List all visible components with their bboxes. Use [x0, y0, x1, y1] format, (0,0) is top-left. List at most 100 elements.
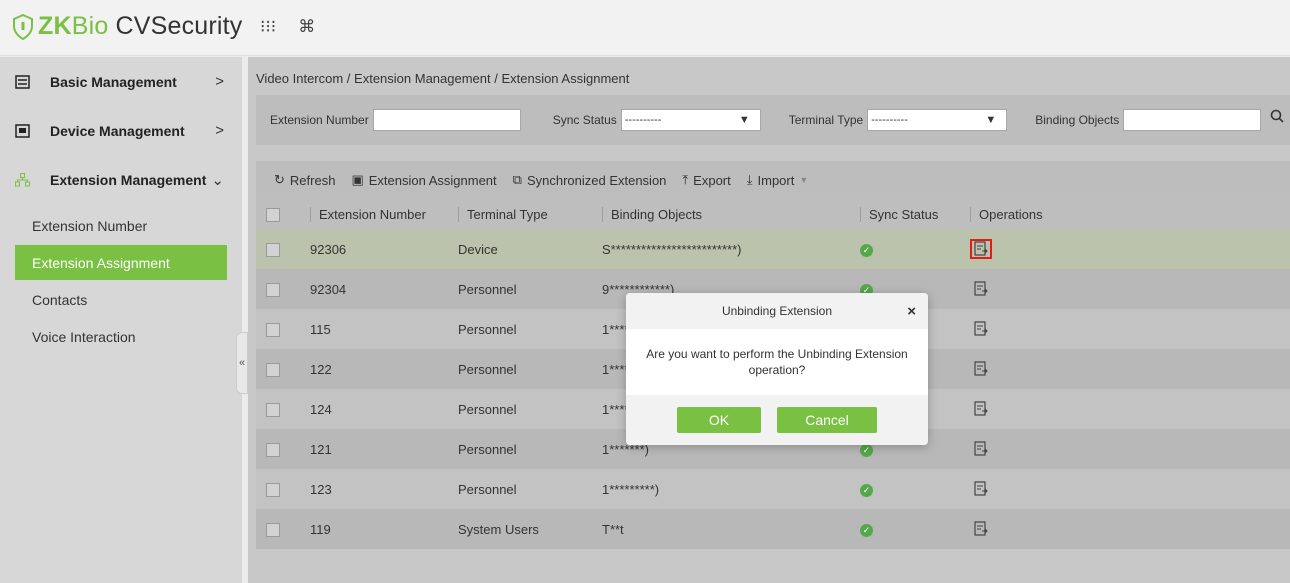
top-bar: ZK Bio CVSecurity ⁝⁝⁝ ⌘ — [0, 0, 1290, 56]
table-header-row: Extension Number Terminal Type Binding O… — [256, 199, 1290, 229]
unbind-extension-icon[interactable] — [970, 238, 992, 259]
sidebar-collapse-toggle[interactable]: « — [236, 332, 248, 394]
grid-menu-icon[interactable]: ⁝⁝⁝ — [260, 17, 276, 37]
dropdown-arrow-icon: ▼ — [738, 114, 750, 126]
cell-terminal-type: Personnel — [448, 309, 592, 349]
import-icon: ⤓ — [746, 172, 753, 187]
select-all-checkbox[interactable] — [266, 207, 280, 222]
sidebar-item-device-management[interactable]: Device Management > — [0, 106, 242, 155]
cell-extension-number: 121 — [300, 429, 448, 469]
row-checkbox[interactable] — [266, 322, 280, 337]
unbind-extension-icon[interactable] — [970, 359, 992, 379]
header-operations: Operations — [970, 206, 1043, 222]
row-checkbox[interactable] — [266, 482, 280, 497]
sync-ok-icon: ✓ — [860, 484, 873, 497]
import-button[interactable]: ⤓ Import ▼ — [747, 172, 809, 188]
row-checkbox[interactable] — [266, 442, 280, 457]
sync-icon: ⧉ — [512, 172, 522, 187]
sidebar-subitem-extension-assignment[interactable]: Extension Assignment — [15, 245, 227, 280]
row-checkbox[interactable] — [266, 522, 280, 537]
cell-binding-objects: T**t — [592, 509, 850, 549]
unbind-extension-icon[interactable] — [970, 439, 992, 459]
dropdown-arrow-icon: ▼ — [985, 114, 997, 126]
sync-status-value: ---------- — [624, 114, 662, 126]
unbind-extension-icon[interactable] — [970, 399, 992, 419]
sidebar-item-extension-management[interactable]: Extension Management ⌄ — [0, 155, 242, 204]
header-binding-objects[interactable]: Binding Objects — [602, 206, 703, 222]
sidebar-item-basic-management[interactable]: Basic Management > — [0, 57, 242, 106]
dialog-header: Unbinding Extension × — [626, 293, 928, 329]
breadcrumb: Video Intercom / Extension Management / … — [256, 71, 630, 86]
refresh-label: Refresh — [289, 172, 336, 188]
cell-extension-number: 123 — [300, 469, 448, 509]
dialog-footer: OK Cancel — [626, 395, 928, 445]
table-row[interactable]: 119 System Users T**t ✓ — [256, 509, 1290, 549]
sidebar-subitem-voice-interaction[interactable]: Voice Interaction — [15, 319, 227, 354]
extension-management-icon — [14, 172, 30, 188]
row-checkbox[interactable] — [266, 402, 280, 417]
sidebar-item-label: Extension Management — [50, 171, 207, 188]
filter-bar: Extension Number Sync Status ---------- … — [256, 95, 1290, 145]
unbinding-extension-dialog: Unbinding Extension × Are you want to pe… — [626, 293, 928, 445]
header-sync-status[interactable]: Sync Status — [860, 206, 939, 222]
sidebar-subitem-extension-number[interactable]: Extension Number — [15, 208, 227, 243]
assignment-icon: ▣ — [351, 172, 364, 187]
dialog-message: Are you want to perform the Unbinding Ex… — [646, 347, 908, 377]
row-checkbox[interactable] — [266, 362, 280, 377]
chevron-down-icon: ⌄ — [211, 171, 224, 189]
cell-terminal-type: Personnel — [448, 269, 592, 309]
header-terminal-type[interactable]: Terminal Type — [458, 206, 548, 222]
cell-binding-objects: 1*********) — [592, 469, 850, 509]
sidebar-item-label: Device Management — [50, 122, 185, 139]
logo-zk: ZK — [38, 12, 72, 40]
synchronized-extension-button[interactable]: ⧉ Synchronized Extension — [513, 172, 667, 188]
chevron-right-icon: > — [215, 73, 224, 90]
basic-management-icon — [14, 74, 30, 90]
import-label: Import — [757, 172, 795, 188]
cell-terminal-type: Personnel — [448, 349, 592, 389]
cell-extension-number: 124 — [300, 389, 448, 429]
unbind-extension-icon[interactable] — [970, 519, 992, 539]
export-button[interactable]: ⤒ Export — [682, 172, 730, 188]
cell-extension-number: 92306 — [300, 229, 448, 269]
unbind-extension-icon[interactable] — [970, 319, 992, 339]
terminal-type-filter-label: Terminal Type — [788, 113, 864, 127]
sync-ok-icon: ✓ — [860, 524, 873, 537]
row-checkbox[interactable] — [266, 282, 280, 297]
chevron-right-icon: > — [215, 122, 224, 139]
close-icon[interactable]: × — [907, 303, 916, 320]
export-label: Export — [693, 172, 731, 188]
extension-number-input[interactable] — [372, 109, 521, 131]
cell-terminal-type: System Users — [448, 509, 592, 549]
cell-extension-number: 122 — [300, 349, 448, 389]
table-row[interactable]: 123 Personnel 1*********) ✓ — [256, 469, 1290, 509]
refresh-icon: ↻ — [274, 172, 285, 187]
sync-ok-icon: ✓ — [860, 444, 873, 457]
terminal-type-select[interactable]: ---------- ▼ — [867, 109, 1008, 131]
toolbar: ↻ Refresh ▣ Extension Assignment ⧉ Synch… — [256, 161, 1290, 199]
extension-assignment-label: Extension Assignment — [368, 172, 497, 188]
sync-status-select[interactable]: ---------- ▼ — [620, 109, 761, 131]
unbind-extension-icon[interactable] — [970, 479, 992, 499]
binding-objects-input[interactable] — [1123, 109, 1262, 131]
extension-number-filter-label: Extension Number — [270, 113, 369, 127]
cell-extension-number: 115 — [300, 309, 448, 349]
sidebar-subitem-contacts[interactable]: Contacts — [15, 282, 227, 317]
refresh-button[interactable]: ↻ Refresh — [274, 172, 335, 188]
command-icon[interactable]: ⌘ — [298, 17, 315, 37]
logo-bio: Bio — [71, 12, 109, 40]
sidebar: Basic Management > Device Management > E… — [0, 57, 242, 583]
cell-terminal-type: Device — [448, 229, 592, 269]
cancel-button[interactable]: Cancel — [777, 407, 877, 433]
cell-extension-number: 119 — [300, 509, 448, 549]
header-extension-number[interactable]: Extension Number — [310, 206, 426, 222]
cell-terminal-type: Personnel — [448, 389, 592, 429]
extension-assignment-button[interactable]: ▣ Extension Assignment — [351, 172, 496, 188]
app-logo[interactable]: ZK Bio CVSecurity — [12, 12, 243, 41]
row-checkbox[interactable] — [266, 242, 280, 257]
extension-submenu: Extension Number Extension Assignment Co… — [0, 208, 242, 354]
table-row[interactable]: 92306 Device S*************************)… — [256, 229, 1290, 269]
search-icon[interactable] — [1270, 109, 1284, 128]
ok-button[interactable]: OK — [677, 407, 761, 433]
unbind-extension-icon[interactable] — [970, 279, 992, 299]
